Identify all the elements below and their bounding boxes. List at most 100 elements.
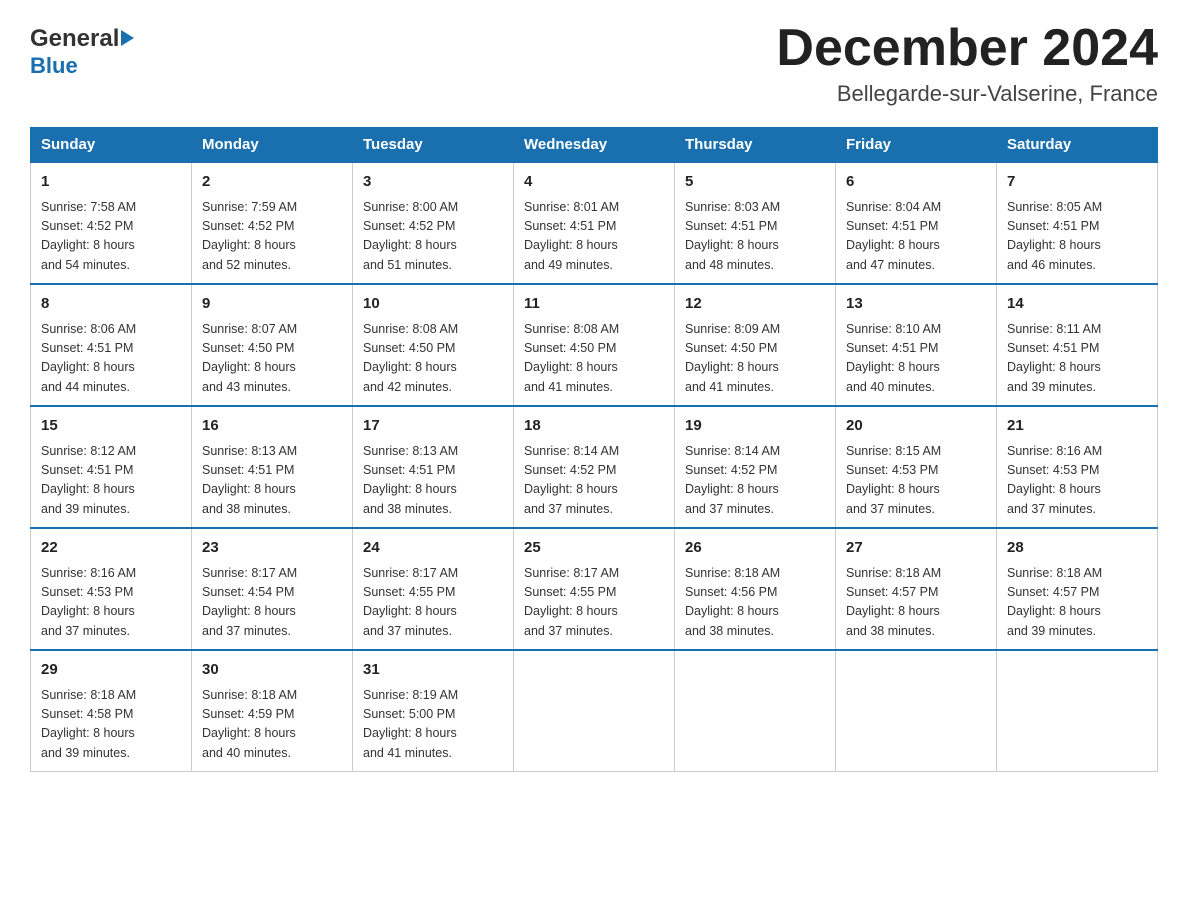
week-row-5: 29 Sunrise: 8:18 AMSunset: 4:58 PMDaylig… xyxy=(31,650,1158,772)
day-number: 11 xyxy=(524,293,664,316)
calendar-cell: 27 Sunrise: 8:18 AMSunset: 4:57 PMDaylig… xyxy=(836,528,997,650)
day-info: Sunrise: 8:18 AMSunset: 4:57 PMDaylight:… xyxy=(1007,564,1147,642)
calendar-cell: 30 Sunrise: 8:18 AMSunset: 4:59 PMDaylig… xyxy=(192,650,353,772)
calendar-cell xyxy=(514,650,675,772)
calendar-cell: 23 Sunrise: 8:17 AMSunset: 4:54 PMDaylig… xyxy=(192,528,353,650)
day-number: 28 xyxy=(1007,537,1147,560)
day-info: Sunrise: 8:08 AMSunset: 4:50 PMDaylight:… xyxy=(524,320,664,398)
calendar-header-row: SundayMondayTuesdayWednesdayThursdayFrid… xyxy=(31,128,1158,163)
page-header: General Blue December 2024 Bellegarde-su… xyxy=(30,20,1158,107)
day-info: Sunrise: 8:19 AMSunset: 5:00 PMDaylight:… xyxy=(363,686,503,764)
day-number: 15 xyxy=(41,415,181,438)
day-number: 12 xyxy=(685,293,825,316)
day-info: Sunrise: 7:59 AMSunset: 4:52 PMDaylight:… xyxy=(202,198,342,276)
day-info: Sunrise: 8:18 AMSunset: 4:59 PMDaylight:… xyxy=(202,686,342,764)
day-info: Sunrise: 8:10 AMSunset: 4:51 PMDaylight:… xyxy=(846,320,986,398)
calendar-cell: 21 Sunrise: 8:16 AMSunset: 4:53 PMDaylig… xyxy=(997,406,1158,528)
day-info: Sunrise: 8:18 AMSunset: 4:57 PMDaylight:… xyxy=(846,564,986,642)
day-number: 18 xyxy=(524,415,664,438)
calendar-cell: 17 Sunrise: 8:13 AMSunset: 4:51 PMDaylig… xyxy=(353,406,514,528)
day-info: Sunrise: 8:07 AMSunset: 4:50 PMDaylight:… xyxy=(202,320,342,398)
calendar-cell: 13 Sunrise: 8:10 AMSunset: 4:51 PMDaylig… xyxy=(836,284,997,406)
calendar-cell: 9 Sunrise: 8:07 AMSunset: 4:50 PMDayligh… xyxy=(192,284,353,406)
day-info: Sunrise: 8:12 AMSunset: 4:51 PMDaylight:… xyxy=(41,442,181,520)
day-number: 6 xyxy=(846,171,986,194)
calendar-cell: 1 Sunrise: 7:58 AMSunset: 4:52 PMDayligh… xyxy=(31,162,192,284)
day-number: 2 xyxy=(202,171,342,194)
day-number: 13 xyxy=(846,293,986,316)
day-number: 31 xyxy=(363,659,503,682)
column-header-monday: Monday xyxy=(192,128,353,163)
day-number: 25 xyxy=(524,537,664,560)
calendar-cell xyxy=(675,650,836,772)
calendar-cell: 18 Sunrise: 8:14 AMSunset: 4:52 PMDaylig… xyxy=(514,406,675,528)
calendar-cell: 25 Sunrise: 8:17 AMSunset: 4:55 PMDaylig… xyxy=(514,528,675,650)
title-section: December 2024 Bellegarde-sur-Valserine, … xyxy=(776,20,1158,107)
calendar-table: SundayMondayTuesdayWednesdayThursdayFrid… xyxy=(30,127,1158,772)
day-info: Sunrise: 8:06 AMSunset: 4:51 PMDaylight:… xyxy=(41,320,181,398)
month-title: December 2024 xyxy=(776,20,1158,77)
day-number: 26 xyxy=(685,537,825,560)
column-header-friday: Friday xyxy=(836,128,997,163)
day-number: 4 xyxy=(524,171,664,194)
week-row-4: 22 Sunrise: 8:16 AMSunset: 4:53 PMDaylig… xyxy=(31,528,1158,650)
day-number: 10 xyxy=(363,293,503,316)
day-number: 7 xyxy=(1007,171,1147,194)
week-row-3: 15 Sunrise: 8:12 AMSunset: 4:51 PMDaylig… xyxy=(31,406,1158,528)
logo-general-text: General xyxy=(30,25,119,53)
day-info: Sunrise: 8:13 AMSunset: 4:51 PMDaylight:… xyxy=(363,442,503,520)
calendar-cell: 11 Sunrise: 8:08 AMSunset: 4:50 PMDaylig… xyxy=(514,284,675,406)
calendar-cell: 22 Sunrise: 8:16 AMSunset: 4:53 PMDaylig… xyxy=(31,528,192,650)
day-number: 20 xyxy=(846,415,986,438)
day-number: 27 xyxy=(846,537,986,560)
day-number: 14 xyxy=(1007,293,1147,316)
calendar-cell: 2 Sunrise: 7:59 AMSunset: 4:52 PMDayligh… xyxy=(192,162,353,284)
day-number: 30 xyxy=(202,659,342,682)
day-info: Sunrise: 8:11 AMSunset: 4:51 PMDaylight:… xyxy=(1007,320,1147,398)
calendar-cell: 10 Sunrise: 8:08 AMSunset: 4:50 PMDaylig… xyxy=(353,284,514,406)
day-info: Sunrise: 7:58 AMSunset: 4:52 PMDaylight:… xyxy=(41,198,181,276)
day-info: Sunrise: 8:14 AMSunset: 4:52 PMDaylight:… xyxy=(524,442,664,520)
day-number: 24 xyxy=(363,537,503,560)
calendar-cell: 26 Sunrise: 8:18 AMSunset: 4:56 PMDaylig… xyxy=(675,528,836,650)
column-header-wednesday: Wednesday xyxy=(514,128,675,163)
day-number: 23 xyxy=(202,537,342,560)
week-row-2: 8 Sunrise: 8:06 AMSunset: 4:51 PMDayligh… xyxy=(31,284,1158,406)
calendar-cell: 19 Sunrise: 8:14 AMSunset: 4:52 PMDaylig… xyxy=(675,406,836,528)
day-info: Sunrise: 8:17 AMSunset: 4:54 PMDaylight:… xyxy=(202,564,342,642)
calendar-cell: 20 Sunrise: 8:15 AMSunset: 4:53 PMDaylig… xyxy=(836,406,997,528)
logo-triangle-icon xyxy=(121,30,134,46)
day-number: 3 xyxy=(363,171,503,194)
day-number: 17 xyxy=(363,415,503,438)
day-info: Sunrise: 8:15 AMSunset: 4:53 PMDaylight:… xyxy=(846,442,986,520)
day-info: Sunrise: 8:09 AMSunset: 4:50 PMDaylight:… xyxy=(685,320,825,398)
calendar-cell xyxy=(997,650,1158,772)
calendar-cell: 5 Sunrise: 8:03 AMSunset: 4:51 PMDayligh… xyxy=(675,162,836,284)
calendar-cell: 7 Sunrise: 8:05 AMSunset: 4:51 PMDayligh… xyxy=(997,162,1158,284)
day-info: Sunrise: 8:13 AMSunset: 4:51 PMDaylight:… xyxy=(202,442,342,520)
day-number: 29 xyxy=(41,659,181,682)
calendar-cell: 4 Sunrise: 8:01 AMSunset: 4:51 PMDayligh… xyxy=(514,162,675,284)
calendar-cell: 15 Sunrise: 8:12 AMSunset: 4:51 PMDaylig… xyxy=(31,406,192,528)
calendar-cell: 3 Sunrise: 8:00 AMSunset: 4:52 PMDayligh… xyxy=(353,162,514,284)
day-info: Sunrise: 8:17 AMSunset: 4:55 PMDaylight:… xyxy=(363,564,503,642)
day-info: Sunrise: 8:14 AMSunset: 4:52 PMDaylight:… xyxy=(685,442,825,520)
day-info: Sunrise: 8:17 AMSunset: 4:55 PMDaylight:… xyxy=(524,564,664,642)
week-row-1: 1 Sunrise: 7:58 AMSunset: 4:52 PMDayligh… xyxy=(31,162,1158,284)
calendar-cell: 6 Sunrise: 8:04 AMSunset: 4:51 PMDayligh… xyxy=(836,162,997,284)
calendar-cell xyxy=(836,650,997,772)
day-info: Sunrise: 8:03 AMSunset: 4:51 PMDaylight:… xyxy=(685,198,825,276)
day-number: 19 xyxy=(685,415,825,438)
column-header-thursday: Thursday xyxy=(675,128,836,163)
calendar-cell: 24 Sunrise: 8:17 AMSunset: 4:55 PMDaylig… xyxy=(353,528,514,650)
logo-blue-text: Blue xyxy=(30,53,78,79)
location-subtitle: Bellegarde-sur-Valserine, France xyxy=(776,81,1158,107)
day-number: 22 xyxy=(41,537,181,560)
day-info: Sunrise: 8:05 AMSunset: 4:51 PMDaylight:… xyxy=(1007,198,1147,276)
column-header-saturday: Saturday xyxy=(997,128,1158,163)
day-info: Sunrise: 8:04 AMSunset: 4:51 PMDaylight:… xyxy=(846,198,986,276)
day-number: 9 xyxy=(202,293,342,316)
calendar-cell: 28 Sunrise: 8:18 AMSunset: 4:57 PMDaylig… xyxy=(997,528,1158,650)
day-info: Sunrise: 8:01 AMSunset: 4:51 PMDaylight:… xyxy=(524,198,664,276)
day-number: 8 xyxy=(41,293,181,316)
